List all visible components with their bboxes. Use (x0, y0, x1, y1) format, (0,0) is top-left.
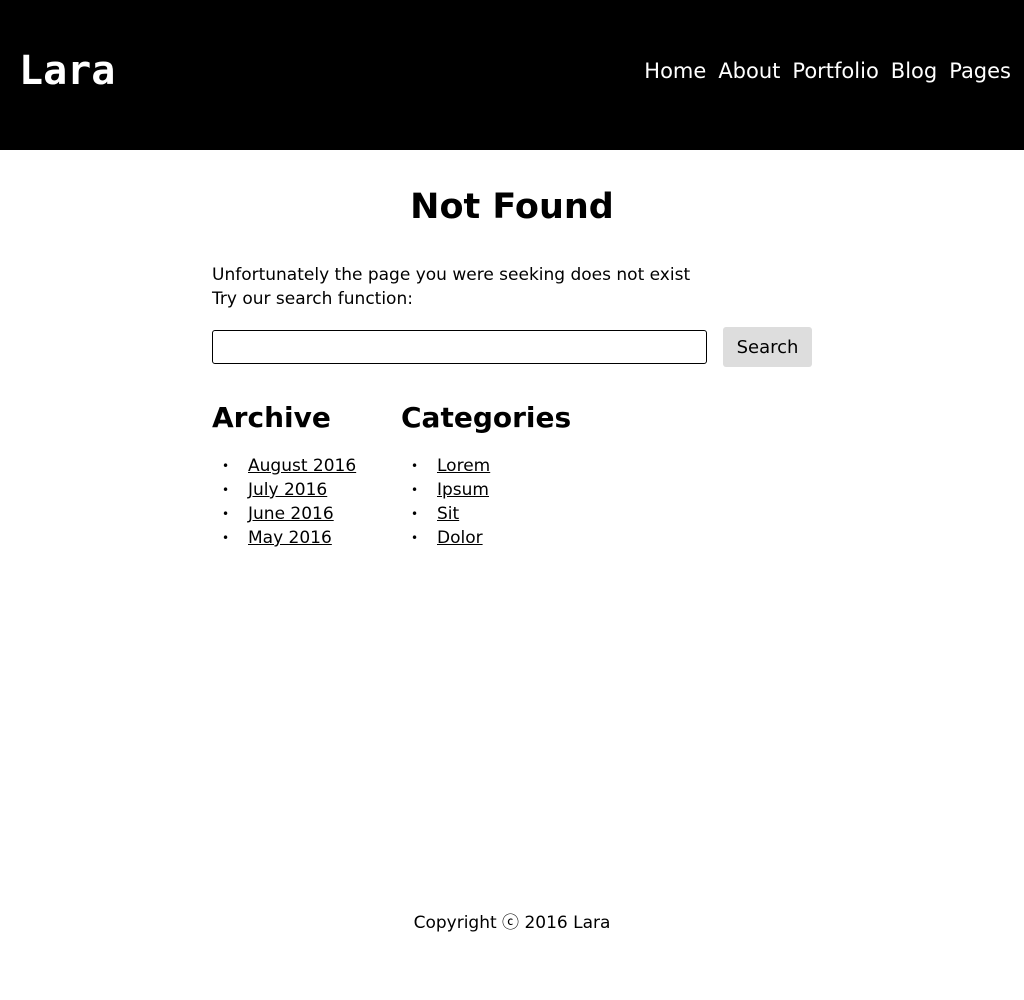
categories-list: • Lorem • Ipsum • Sit • Dolor (401, 454, 571, 550)
archive-item: • August 2016 (212, 454, 356, 478)
category-link-sit[interactable]: Sit (437, 504, 459, 524)
copyright-text: Copyright ⓒ 2016 Lara (413, 913, 611, 933)
bullet-icon: • (411, 531, 419, 545)
archive-link-may-2016[interactable]: May 2016 (248, 528, 332, 548)
archive-item: • June 2016 (212, 502, 356, 526)
nav-home[interactable]: Home (644, 56, 706, 86)
bullet-icon: • (411, 507, 419, 521)
category-item: • Lorem (401, 454, 571, 478)
bullet-icon: • (411, 483, 419, 497)
archive-section: Archive • August 2016 • July 2016 • June 20… (212, 398, 356, 550)
main-nav: Home About Portfolio Blog Pages (644, 56, 1011, 86)
archive-item: • May 2016 (212, 526, 356, 550)
archive-item: • July 2016 (212, 478, 356, 502)
bullet-icon: • (222, 483, 230, 497)
site-header: Lara Home About Portfolio Blog Pages (0, 0, 1024, 150)
nav-pages[interactable]: Pages (949, 56, 1011, 86)
bullet-icon: • (222, 531, 230, 545)
search-button[interactable]: Search (723, 327, 812, 367)
category-link-ipsum[interactable]: Ipsum (437, 480, 489, 500)
bullet-icon: • (222, 459, 230, 473)
archive-link-july-2016[interactable]: July 2016 (248, 480, 327, 500)
category-item: • Ipsum (401, 478, 571, 502)
message-line-1: Unfortunately the page you were seeking … (212, 265, 691, 285)
site-logo[interactable]: Lara (19, 46, 115, 96)
categories-heading: Categories (401, 401, 572, 434)
categories-section: Categories • Lorem • Ipsum • Sit • Dolor (401, 398, 571, 550)
category-link-lorem[interactable]: Lorem (437, 456, 490, 476)
archive-heading: Archive (212, 401, 331, 434)
bullet-icon: • (411, 459, 419, 473)
site-footer: Copyright ⓒ 2016 Lara (0, 910, 1024, 936)
category-item: • Dolor (401, 526, 571, 550)
archive-link-june-2016[interactable]: June 2016 (248, 504, 334, 524)
archive-list: • August 2016 • July 2016 • June 2016 • May … (212, 454, 356, 550)
nav-blog[interactable]: Blog (891, 56, 937, 86)
search-input[interactable] (212, 330, 707, 364)
nav-portfolio[interactable]: Portfolio (792, 56, 878, 86)
not-found-message: Unfortunately the page you were seeking … (212, 263, 690, 311)
category-link-dolor[interactable]: Dolor (437, 528, 483, 548)
message-line-2: Try our search function: (212, 289, 413, 309)
nav-about[interactable]: About (718, 56, 780, 86)
bullet-icon: • (222, 507, 230, 521)
category-item: • Sit (401, 502, 571, 526)
page-title: Not Found (410, 187, 614, 227)
archive-link-august-2016[interactable]: August 2016 (248, 456, 356, 476)
